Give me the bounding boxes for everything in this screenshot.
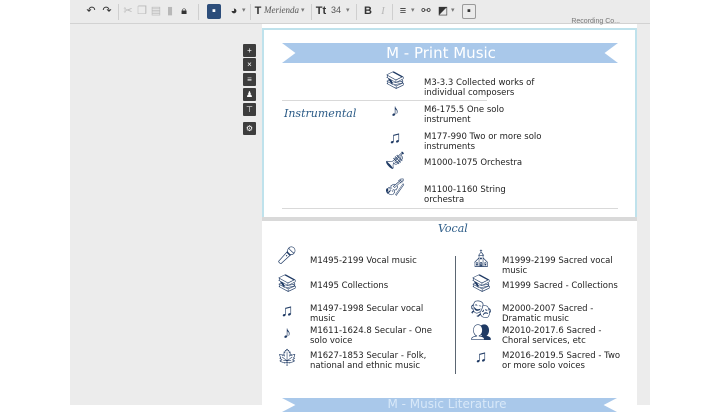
list-item: M177-990 Two or more solo instruments [424,132,542,152]
maple-leaf-icon: 🍁︎ [276,348,298,367]
list-item: M1999-2199 Sacred vocal music [502,256,613,276]
text-color-icon[interactable]: ◕ [226,4,242,19]
undo-icon[interactable]: ↶ [84,4,98,19]
toolbar-divider [118,4,119,20]
top-label: Recording Co... [571,18,620,25]
italic-icon[interactable]: I [377,4,389,19]
fill-color-icon[interactable]: ▪ [207,4,221,19]
slide-separator [262,217,637,221]
double-note-icon: ♫ [474,347,488,366]
trash-icon[interactable]: ▮ [164,4,176,19]
add-icon[interactable]: + [243,44,256,57]
microphone-icon: 🎤︎ [276,246,298,265]
theater-masks-icon: 🎭︎ [470,300,492,319]
column-divider [455,256,456,374]
church-books-icon: 📚︎ [470,274,492,293]
chevron-down-icon[interactable]: ▾ [346,6,350,14]
list-item: M1100-1160 String orchestra [424,185,506,205]
font-icon: T [254,5,262,17]
list-item: M1497-1998 Secular vocal music [310,304,424,324]
close-icon[interactable]: × [243,58,256,71]
violin-icon: 🎻︎ [384,178,406,197]
slide-print-music[interactable]: M - Print Music Instrumental 📚︎ M3-3.3 C… [262,28,637,219]
right-panel [637,24,650,405]
choir-icon: 👥︎ [470,323,492,342]
layers-icon[interactable]: ≡ [243,73,256,86]
link-icon[interactable]: ⚯ [420,4,432,19]
list-item: M1611-1624.8 Secular - One solo voice [310,326,433,346]
settings-icon[interactable]: ⚙ [243,122,256,135]
align-icon[interactable]: ≡ [396,4,410,19]
list-item: M1495-2199 Vocal music [310,256,417,266]
list-item: M1000-1075 Orchestra [424,158,523,168]
list-item: M1495 Collections [310,281,389,291]
toolbar-divider [356,4,357,20]
page-canvas: Recording Co... M - Print Music Instrume… [262,18,637,412]
toolbar-divider [392,4,393,20]
list-item: M1627-1853 Secular - Folk, national and e… [310,351,427,371]
category-vocal: Vocal [438,222,468,235]
divider [282,208,618,209]
books-icon: 📚︎ [384,71,406,90]
list-item: M2016-2019.5 Sacred - Two or more solo vo… [502,351,621,371]
chevron-down-icon[interactable]: ▾ [242,6,246,14]
bold-icon[interactable]: B [362,4,374,19]
lock-icon[interactable]: 🔒︎ [178,4,190,19]
music-notes-icon: ♫ [280,301,294,320]
music-note-icon: ♪ [390,101,400,120]
chevron-down-icon[interactable]: ▾ [451,6,455,14]
cut-icon[interactable]: ✂ [122,4,134,19]
editor-toolbar: ↶ ↷ ✂ ❐ ▤ ▮ 🔒︎ ▪ ◕ ▾ T Merienda ▾ Tt 34 … [70,0,650,24]
list-item: M2000-2007 Sacred - Dramatic music [502,304,594,324]
chevron-down-icon[interactable]: ▾ [301,6,305,14]
toolbar-divider [198,4,199,20]
list-item: M3-3.3 Collected works of individual comp… [424,78,535,98]
frame-icon[interactable]: ▪ [462,4,476,19]
copy-icon[interactable]: ❐ [136,4,148,19]
font-size-select[interactable]: 34 [331,5,341,15]
category-instrumental: Instrumental [284,107,357,120]
list-item: M2010-2017.6 Sacred - Choral services, et… [502,326,602,346]
double-note-icon: ♫ [388,128,402,147]
slide-title[interactable]: M - Print Music [356,43,526,63]
chevron-down-icon[interactable]: ▾ [411,6,415,14]
next-slide-title: M - Music Literature [387,397,507,411]
redo-icon[interactable]: ↷ [100,4,114,19]
left-panel [70,24,262,405]
font-size-icon: Tt [315,5,327,17]
list-item: M1999 Sacred - Collections [502,281,618,291]
effects-icon[interactable]: ◩ [435,4,451,19]
paste-icon[interactable]: ▤ [150,4,162,19]
books-icon: 📚︎ [276,274,298,293]
church-icon: ⛪︎ [470,249,492,268]
trumpet-icon: 🎺︎ [384,151,406,170]
toolbar-divider [311,4,312,20]
filter-icon[interactable]: ⊤ [243,103,256,116]
list-item: M6-175.5 One solo instrument [424,105,505,125]
music-note-icon: ♪ [282,323,292,342]
person-icon[interactable]: ♟ [243,88,256,101]
font-family-select[interactable]: Merienda [264,5,299,15]
toolbar-divider [250,4,251,20]
